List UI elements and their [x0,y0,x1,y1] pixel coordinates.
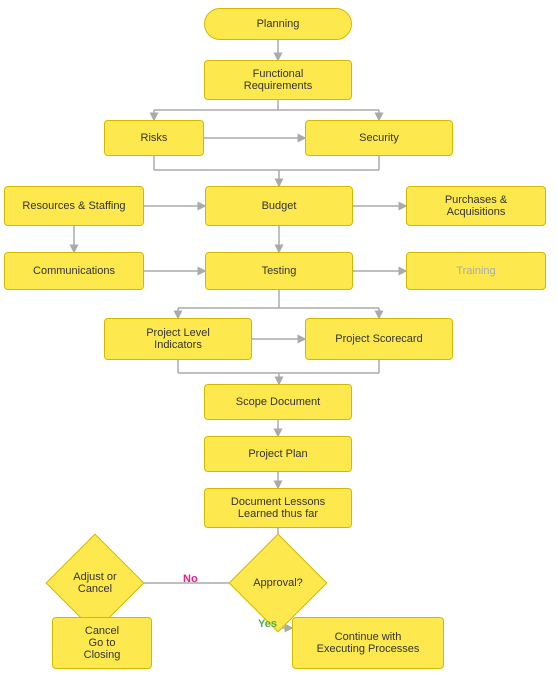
risks-label: Risks [141,132,168,144]
yes-label: Yes [258,618,277,630]
purchases-node: Purchases &Acquisitions [406,186,546,226]
resources-node: Resources & Staffing [4,186,144,226]
testing-node: Testing [205,252,353,290]
communications-node: Communications [4,252,144,290]
testing-label: Testing [262,265,297,277]
training-node: Training [406,252,546,290]
project-level-label: Project LevelIndicators [146,327,210,351]
budget-label: Budget [262,200,297,212]
project-scorecard-node: Project Scorecard [305,318,453,360]
cancel-closing-node: CancelGo toClosing [52,617,152,669]
security-label: Security [359,132,399,144]
functional-node: FunctionalRequirements [204,60,352,100]
planning-label: Planning [257,18,300,30]
no-label: No [183,573,198,585]
functional-label: FunctionalRequirements [244,68,312,92]
continue-exec-node: Continue withExecuting Processes [292,617,444,669]
scope-doc-node: Scope Document [204,384,352,420]
risks-node: Risks [104,120,204,156]
doc-lessons-label: Document LessonsLearned thus far [231,496,325,520]
project-plan-node: Project Plan [204,436,352,472]
continue-exec-label: Continue withExecuting Processes [317,631,420,655]
resources-label: Resources & Staffing [22,200,125,212]
adjust-cancel-label: Adjust or Cancel [60,571,130,595]
approval-label: Approval? [253,577,303,589]
scope-doc-label: Scope Document [236,396,320,408]
planning-node: Planning [204,8,352,40]
training-label: Training [456,265,495,277]
project-plan-label: Project Plan [248,448,307,460]
project-level-node: Project LevelIndicators [104,318,252,360]
security-node: Security [305,120,453,156]
communications-label: Communications [33,265,115,277]
project-scorecard-label: Project Scorecard [335,333,422,345]
doc-lessons-node: Document LessonsLearned thus far [204,488,352,528]
budget-node: Budget [205,186,353,226]
purchases-label: Purchases &Acquisitions [445,194,507,218]
cancel-closing-label: CancelGo toClosing [84,625,121,661]
